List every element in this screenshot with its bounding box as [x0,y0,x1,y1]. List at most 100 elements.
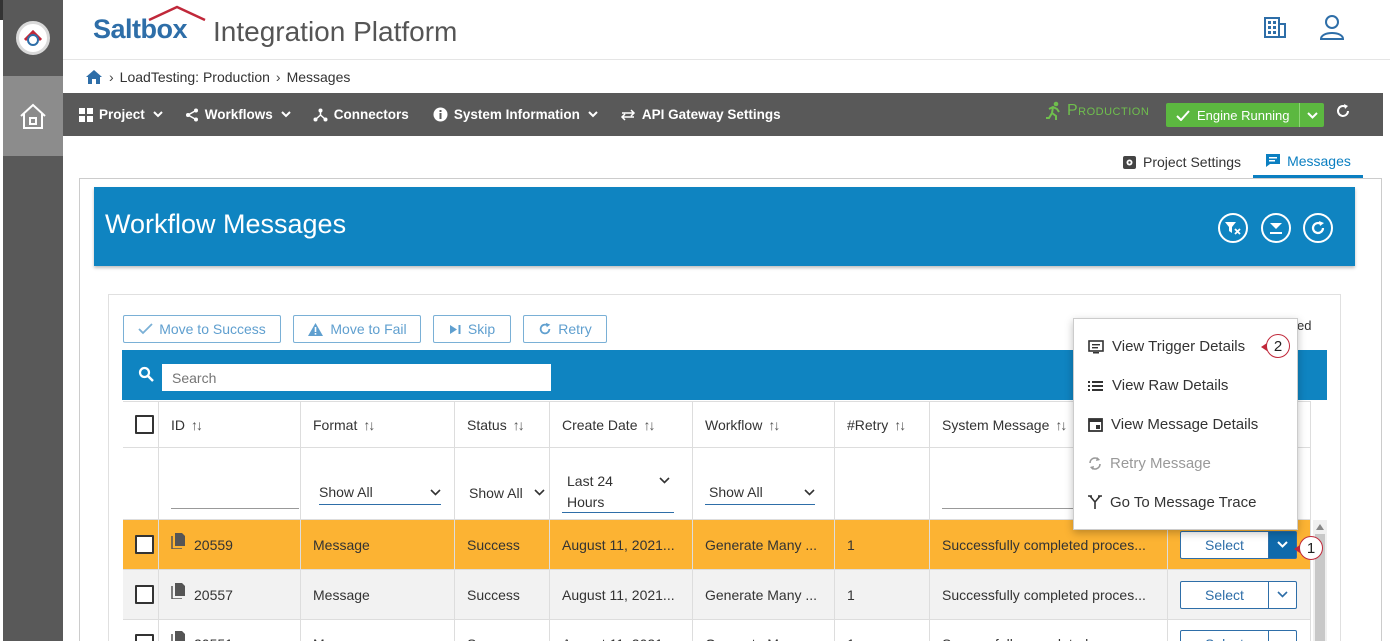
skip-label: Skip [467,321,496,337]
merge-icon [1088,495,1102,509]
warning-icon [308,322,324,336]
menu-go-to-message-trace[interactable]: Go To Message Trace [1088,494,1256,511]
col-workflow[interactable]: Workflow ↑↓ [693,402,835,448]
engine-status-button[interactable]: Engine Running [1166,103,1324,127]
menu-view-trigger-details[interactable]: View Trigger Details [1088,338,1245,355]
col-create-date-label: Create Date [562,416,638,433]
clear-filter-button[interactable] [1218,213,1248,243]
date-filter-value-1: Last 24 [567,472,613,489]
brand-logo: Saltbox [93,14,188,44]
menu-view-message-details[interactable]: View Message Details [1088,416,1258,433]
move-to-fail-button[interactable]: Move to Fail [293,315,421,343]
col-retry-label: #Retry [847,416,889,433]
nav-system-information[interactable]: System Information [433,107,604,122]
nav-connectors-label: Connectors [333,107,409,122]
home-icon[interactable] [85,69,103,85]
engine-dropdown-toggle[interactable] [1299,103,1324,127]
status-filter-value: Show All [469,484,523,501]
document-icon [171,533,185,549]
col-status[interactable]: Status ↑↓ [455,402,550,448]
select-button[interactable]: Select [1180,630,1269,641]
retry-button[interactable]: Retry [523,315,607,343]
row-id-cell: 20559 [159,520,301,570]
sort-icon: ↑↓ [1055,416,1067,433]
filter-blank [123,448,159,520]
tab-messages-label: Messages [1287,152,1351,169]
select-button[interactable]: Select [1180,530,1269,559]
select-dropdown-toggle[interactable] [1269,530,1297,559]
select-all-cell [123,402,159,448]
tab-messages[interactable]: Messages [1253,146,1363,178]
skip-button[interactable]: Skip [433,315,511,343]
document-icon [171,583,185,599]
col-retry[interactable]: #Retry ↑↓ [835,402,930,448]
page-title: Workflow Messages [105,209,347,239]
row-checkbox[interactable] [135,634,154,641]
document-icon [171,631,185,641]
status-filter-select[interactable]: Show All [469,481,545,505]
scroll-up-icon[interactable] [1316,524,1324,530]
row-checkbox[interactable] [135,535,154,554]
nav-api-gateway[interactable]: API Gateway Settings [620,107,781,122]
move-to-success-button[interactable]: Move to Success [123,315,281,343]
format-filter-select[interactable]: Show All [319,481,441,505]
gear-icon [1123,155,1136,169]
table-row[interactable]: 20551 Message Success August 11, 2021 Ge… [123,620,1311,641]
col-id[interactable]: ID ↑↓ [159,402,301,448]
breadcrumb-project[interactable]: LoadTesting: Production [120,69,270,85]
refresh-icon[interactable] [1335,103,1351,119]
building-icon[interactable] [1263,16,1287,38]
refresh-button[interactable] [1303,213,1333,243]
nav-project[interactable]: Project [79,107,169,122]
truncated-label: ed [1297,318,1312,333]
sidebar-home-button[interactable] [3,76,63,156]
menu-retry-message[interactable]: Retry Message [1088,455,1211,472]
table-row[interactable]: 20557 Message Success August 11, 2021...… [123,570,1311,620]
row-select-cell [123,620,159,641]
tab-project-settings[interactable]: Project Settings [1110,146,1253,178]
date-filter-select[interactable]: Last 24 Hours [562,471,674,513]
nav-workflows[interactable]: Workflows [185,107,297,122]
house-icon [20,103,46,129]
menu-view-raw-details[interactable]: View Raw Details [1088,377,1228,394]
chevron-down-icon [1277,591,1288,598]
chevron-down-icon [430,488,441,496]
chevron-down-icon [1306,111,1318,119]
app-logo[interactable] [3,0,63,76]
refresh-icon [540,322,551,335]
download-button[interactable] [1261,213,1291,243]
search-input[interactable] [162,364,551,391]
workflow-filter-select[interactable]: Show All [705,481,815,505]
nav-connectors[interactable]: Connectors [313,107,409,122]
refresh-icon [1311,221,1325,235]
col-id-label: ID [171,416,185,433]
row-status: Success [455,570,550,620]
col-format[interactable]: Format ↑↓ [301,402,455,448]
page-banner: Workflow Messages [94,187,1355,266]
select-button[interactable]: Select [1180,580,1269,609]
sort-icon: ↑↓ [768,416,780,433]
row-workflow: Generate Many [693,620,835,641]
row-retry: 1 [835,570,930,620]
filter-status: Show All [455,448,550,520]
chevron-right-icon: › [109,69,114,85]
user-icon[interactable] [1319,14,1345,40]
sort-icon: ↑↓ [363,416,375,433]
chevron-down-icon [588,111,598,118]
select-dropdown-toggle[interactable] [1269,580,1297,609]
id-filter-input[interactable] [171,489,299,509]
select-dropdown-toggle[interactable] [1269,630,1297,641]
row-format: Message [301,620,455,641]
col-create-date[interactable]: Create Date ↑↓ [550,402,693,448]
system-message-filter-input[interactable] [942,489,1082,509]
callout-marker-2: 2 [1261,334,1290,358]
environment-indicator: Production [1045,101,1149,121]
chevron-down-icon [281,111,291,118]
filter-create-date: Last 24 Hours [550,448,693,520]
menu-view-message-label: View Message Details [1111,416,1259,433]
format-filter-value: Show All [319,484,373,500]
select-all-checkbox[interactable] [135,415,154,434]
row-checkbox[interactable] [135,585,154,604]
move-to-fail-label: Move to Fail [330,321,407,337]
row-format: Message [301,520,455,570]
